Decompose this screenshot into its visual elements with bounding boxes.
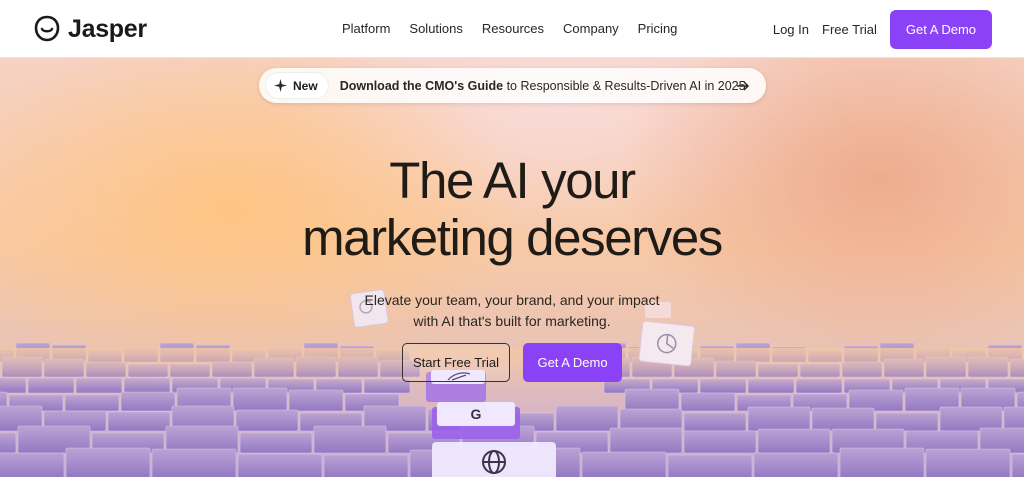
jasper-face-icon — [34, 15, 60, 42]
jasper-logo[interactable]: Jasper — [32, 14, 147, 44]
hero-headline: The AI your marketing deserves — [0, 152, 1024, 266]
globe-tile — [432, 442, 556, 477]
nav-link-pricing[interactable]: Pricing — [638, 21, 678, 36]
svg-text:G: G — [471, 406, 482, 422]
brand-name: Jasper — [68, 14, 147, 43]
nav-links: Platform Solutions Resources Company Pri… — [342, 21, 677, 36]
nav-link-resources[interactable]: Resources — [482, 21, 544, 36]
sparkle-icon — [274, 79, 287, 92]
nav-link-solutions[interactable]: Solutions — [409, 21, 462, 36]
block-grid-background: G — [0, 289, 1024, 477]
login-link[interactable]: Log In — [773, 22, 809, 37]
free-trial-link[interactable]: Free Trial — [822, 22, 877, 37]
headline-line-2: marketing deserves — [302, 209, 723, 266]
nav-link-platform[interactable]: Platform — [342, 21, 390, 36]
nav-actions: Log In Free Trial Get A Demo — [773, 10, 992, 49]
subtitle-line-1: Elevate your team, your brand, and your … — [364, 292, 660, 308]
announcement-rest: to Responsible & Results-Driven AI in 20… — [503, 78, 746, 93]
headline-line-1: The AI your — [389, 152, 636, 209]
announcement-text: Download the CMO's Guide to Responsible … — [340, 79, 746, 93]
hero-get-demo-button[interactable]: Get A Demo — [523, 343, 622, 382]
subtitle-line-2: with AI that's built for marketing. — [413, 313, 611, 329]
new-badge: New — [266, 73, 328, 98]
get-demo-button[interactable]: Get A Demo — [889, 10, 992, 49]
google-tile: G — [432, 402, 520, 439]
hero-subtitle: Elevate your team, your brand, and your … — [0, 290, 1024, 332]
nav-link-company[interactable]: Company — [563, 21, 619, 36]
announcement-banner[interactable]: New Download the CMO's Guide to Responsi… — [259, 68, 766, 103]
start-free-trial-button[interactable]: Start Free Trial — [402, 343, 510, 382]
hero-section: G — [0, 58, 1024, 477]
new-badge-label: New — [293, 78, 318, 93]
top-nav: Jasper Platform Solutions Resources Comp… — [0, 0, 1024, 58]
arrow-right-icon — [737, 81, 750, 91]
announcement-bold: Download the CMO's Guide — [339, 78, 504, 93]
